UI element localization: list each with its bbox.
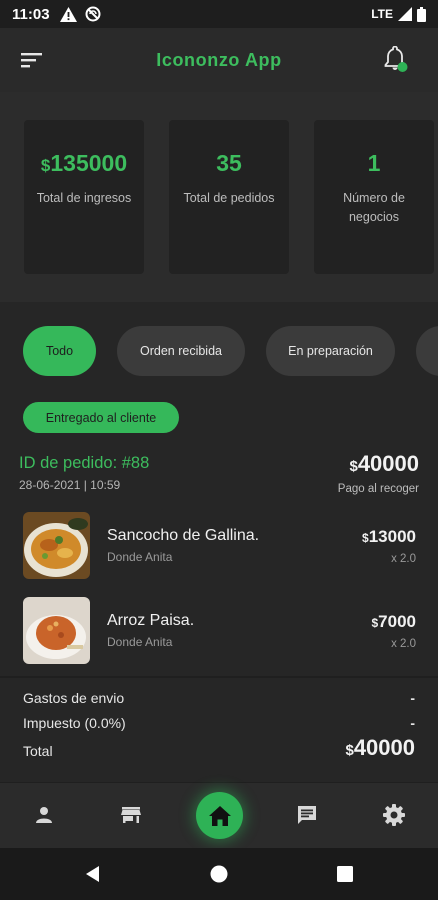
total-label: Total: [23, 743, 53, 759]
item-shop: Donde Anita: [107, 635, 173, 649]
shipping-value: -: [410, 690, 415, 706]
stat-card-income: $135000 Total de ingresos: [24, 120, 144, 274]
payment-method: Pago al recoger: [337, 483, 419, 495]
bell-icon[interactable]: [382, 46, 408, 74]
item-qty: x 2.0: [391, 553, 416, 565]
back-icon[interactable]: [83, 864, 103, 884]
network-type: LTE: [371, 7, 393, 21]
stats-carousel[interactable]: $135000 Total de ingresos 35 Total de pe…: [0, 92, 438, 302]
stat-label: Total de pedidos: [183, 191, 275, 205]
chip-orden-recibida[interactable]: Orden recibida: [117, 326, 245, 376]
no-signal-icon: [85, 6, 101, 22]
tax-value: -: [410, 715, 415, 731]
app-title: Icononzo App: [156, 49, 282, 70]
chip-overflow[interactable]: [416, 326, 438, 376]
tax-label: Impuesto (0.0%): [23, 715, 126, 731]
chip-entregado[interactable]: Entregado al cliente: [23, 402, 179, 433]
item-qty: x 2.0: [391, 638, 416, 650]
order-id: ID de pedido: #88: [19, 454, 150, 472]
person-icon[interactable]: [32, 803, 56, 827]
stat-value: 1: [367, 150, 381, 176]
item-shop: Donde Anita: [107, 550, 173, 564]
item-price: $13000: [362, 527, 416, 546]
item-name: Arroz Paisa.: [107, 612, 195, 629]
stat-value: $135000: [40, 150, 128, 176]
stat-value: 35: [216, 150, 242, 176]
status-time: 11:03: [12, 5, 50, 23]
recents-icon[interactable]: [335, 864, 355, 884]
store-icon[interactable]: [119, 803, 143, 827]
order-item[interactable]: Arroz Paisa. Donde Anita $7000 x 2.0: [0, 597, 438, 677]
divider: [0, 676, 438, 678]
item-price: $7000: [371, 612, 416, 631]
stat-card-businesses: 1 Número de negocios: [314, 120, 434, 274]
signal-icon: [398, 7, 412, 21]
settings-icon[interactable]: [382, 803, 406, 827]
total-value: $40000: [345, 735, 415, 760]
battery-icon: [417, 6, 426, 22]
stat-label: Total de ingresos: [36, 191, 132, 205]
food-image-sancocho: [23, 512, 90, 579]
home-button[interactable]: [196, 792, 243, 839]
food-image-arroz: [23, 597, 90, 664]
system-navigation: [0, 848, 438, 900]
stat-card-orders: 35 Total de pedidos: [169, 120, 289, 274]
filter-chips: Todo Orden recibida En preparación Entre…: [0, 302, 438, 442]
sort-menu-icon[interactable]: [20, 50, 44, 70]
chat-icon[interactable]: [295, 803, 319, 827]
bottom-navigation: [0, 782, 438, 848]
app-bar: Icononzo App: [0, 28, 438, 92]
home-icon: [208, 805, 231, 826]
chip-en-preparacion[interactable]: En preparación: [266, 326, 395, 376]
chip-todo[interactable]: Todo: [23, 326, 96, 376]
order-item[interactable]: Sancocho de Gallina. Donde Anita $13000 …: [0, 512, 438, 592]
home-circle-icon[interactable]: [209, 864, 229, 884]
order-total: $40000: [349, 451, 419, 476]
status-bar: 11:03 LTE: [0, 0, 438, 28]
item-name: Sancocho de Gallina.: [107, 527, 260, 544]
stat-label: Número de negocios: [343, 191, 405, 224]
warning-icon: [59, 6, 77, 22]
shipping-label: Gastos de envio: [23, 690, 125, 706]
order-date: 28-06-2021 | 10:59: [19, 478, 121, 492]
order-header[interactable]: ID de pedido: #88 28-06-2021 | 10:59 $40…: [0, 442, 438, 502]
